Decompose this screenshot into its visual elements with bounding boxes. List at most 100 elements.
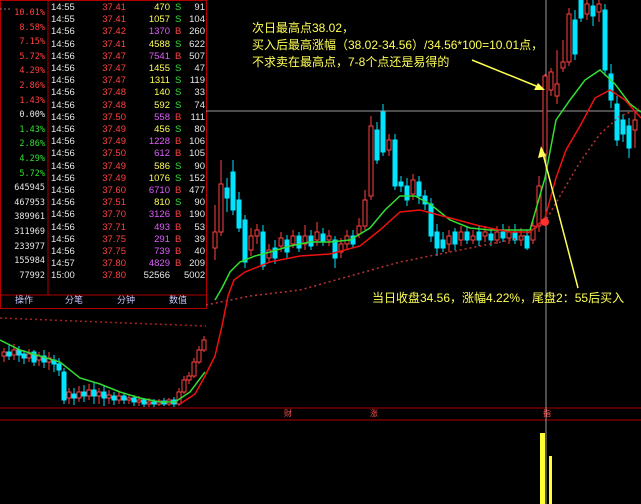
candle-body xyxy=(111,395,117,401)
trade-price: 37.80 xyxy=(102,270,126,282)
tab-minutes[interactable]: 分钟 xyxy=(102,295,150,308)
candle-body xyxy=(452,231,458,245)
candle-body xyxy=(356,225,362,235)
candle-body xyxy=(218,183,224,233)
candle-body xyxy=(404,185,410,201)
candle-body xyxy=(181,379,187,393)
trade-count: 90 xyxy=(194,160,205,172)
candle-body xyxy=(560,61,566,69)
candle-body xyxy=(392,139,398,187)
trade-count: 152 xyxy=(189,172,205,184)
scale-tick: 2.86% xyxy=(19,81,45,91)
candle-body xyxy=(470,235,476,241)
candle-body xyxy=(596,3,602,13)
trade-time: 14:56 xyxy=(51,209,75,221)
candle-body xyxy=(368,125,374,197)
candle-body xyxy=(26,353,32,359)
trade-tape[interactable]: 14:55 37.41 470 S 91 14:55 37.41 1057 S 104 14:56 3… xyxy=(48,0,206,290)
trade-row: 14:56 37.50 612 B 105 xyxy=(48,148,206,160)
candle-body xyxy=(626,125,632,149)
marker-cai[interactable]: 财 xyxy=(281,409,295,419)
trade-time: 14:56 xyxy=(51,38,75,50)
trade-time: 14:56 xyxy=(51,63,75,74)
scale-tick: 389961 xyxy=(14,212,45,223)
candle-body xyxy=(524,235,530,249)
candle-body xyxy=(81,391,87,397)
candle-body xyxy=(11,349,17,356)
trade-price: 37.75 xyxy=(102,233,126,245)
trade-row: 14:56 37.49 1228 B 106 xyxy=(48,136,206,148)
candle-body xyxy=(542,75,548,155)
trade-volume: 592 xyxy=(154,99,170,111)
candle-body xyxy=(314,231,320,241)
trade-price: 37.47 xyxy=(102,63,126,74)
tab-ticks[interactable]: 分笔 xyxy=(50,295,98,308)
trade-time: 14:55 xyxy=(51,2,75,13)
scale-tick: 7.15% xyxy=(19,37,45,48)
scale-tick: 77992 xyxy=(19,270,45,281)
marker-zhang[interactable]: 涨 xyxy=(367,409,381,419)
trade-row: 14:56 37.49 456 S 80 xyxy=(48,124,206,136)
trade-volume: 1076 xyxy=(148,172,170,184)
volume-bar xyxy=(540,433,545,504)
trade-time: 14:57 xyxy=(51,258,75,270)
candle-body xyxy=(21,353,27,359)
trade-row: 14:56 37.71 493 B 53 xyxy=(48,222,206,234)
scale-tick: 2.86% xyxy=(19,139,45,150)
trade-time: 14:56 xyxy=(51,233,75,245)
candle-body xyxy=(440,239,446,249)
trade-time: 14:56 xyxy=(51,99,75,111)
tab-operate[interactable]: 操作 xyxy=(2,295,46,308)
trade-price: 37.48 xyxy=(102,99,126,111)
annotation-line-2: 买入后最高涨幅（38.02-34.56）/34.56*100=10.01点， xyxy=(252,38,544,52)
scale-tick: 467953 xyxy=(14,197,45,208)
trade-volume: 739 xyxy=(154,246,170,257)
trade-row: 14:56 37.60 6710 B 477 xyxy=(48,185,206,197)
trade-price: 37.71 xyxy=(102,221,126,233)
trade-row: 14:56 37.51 810 S 90 xyxy=(48,197,206,209)
candle-body xyxy=(632,119,638,131)
trade-count: 190 xyxy=(189,209,205,221)
scale-tick: 4.29% xyxy=(19,154,45,164)
candle-body xyxy=(446,235,452,245)
trade-count: 39 xyxy=(194,233,205,245)
trade-volume: 470 xyxy=(154,2,170,13)
candle-body xyxy=(482,231,488,237)
marker-zhi[interactable]: 指 xyxy=(540,409,554,419)
candle-body xyxy=(66,391,72,399)
candle-body xyxy=(584,3,590,15)
trade-time: 14:56 xyxy=(51,75,75,87)
candle-body xyxy=(186,375,192,381)
candle-body xyxy=(131,397,137,403)
trade-time: 14:56 xyxy=(51,221,75,233)
trade-count: 119 xyxy=(189,75,205,87)
scale-tick: 311969 xyxy=(14,227,45,237)
candle-body xyxy=(248,235,254,251)
trade-count: 104 xyxy=(189,14,205,26)
candle-body xyxy=(602,9,608,71)
trade-time: 14:56 xyxy=(51,87,75,99)
trade-price: 37.41 xyxy=(102,38,126,50)
trade-price: 37.42 xyxy=(102,26,126,38)
scale-tick: 233977 xyxy=(14,241,45,252)
trade-volume: 4829 xyxy=(148,258,170,270)
candle-body xyxy=(260,231,266,267)
trade-price: 37.41 xyxy=(102,2,126,13)
annotation-top: 次日最高点38.02， 买入后最高涨幅（38.02-34.56）/34.56*1… xyxy=(252,20,543,71)
tab-values[interactable]: 数值 xyxy=(154,295,202,308)
trade-count: 106 xyxy=(189,136,205,148)
candle-body xyxy=(386,139,392,151)
trade-count: 105 xyxy=(189,148,205,160)
candle-body xyxy=(71,393,77,399)
trade-count: 33 xyxy=(194,87,205,99)
trade-price: 37.49 xyxy=(102,136,126,148)
trade-volume: 1057 xyxy=(148,14,170,26)
candle-body xyxy=(254,229,260,237)
candle-body xyxy=(230,171,236,211)
candle-body xyxy=(500,231,506,239)
candle-body xyxy=(590,5,596,17)
trade-volume: 140 xyxy=(154,87,170,99)
candle-body xyxy=(416,181,422,197)
candle-body xyxy=(548,71,554,91)
candle-body xyxy=(476,231,482,241)
